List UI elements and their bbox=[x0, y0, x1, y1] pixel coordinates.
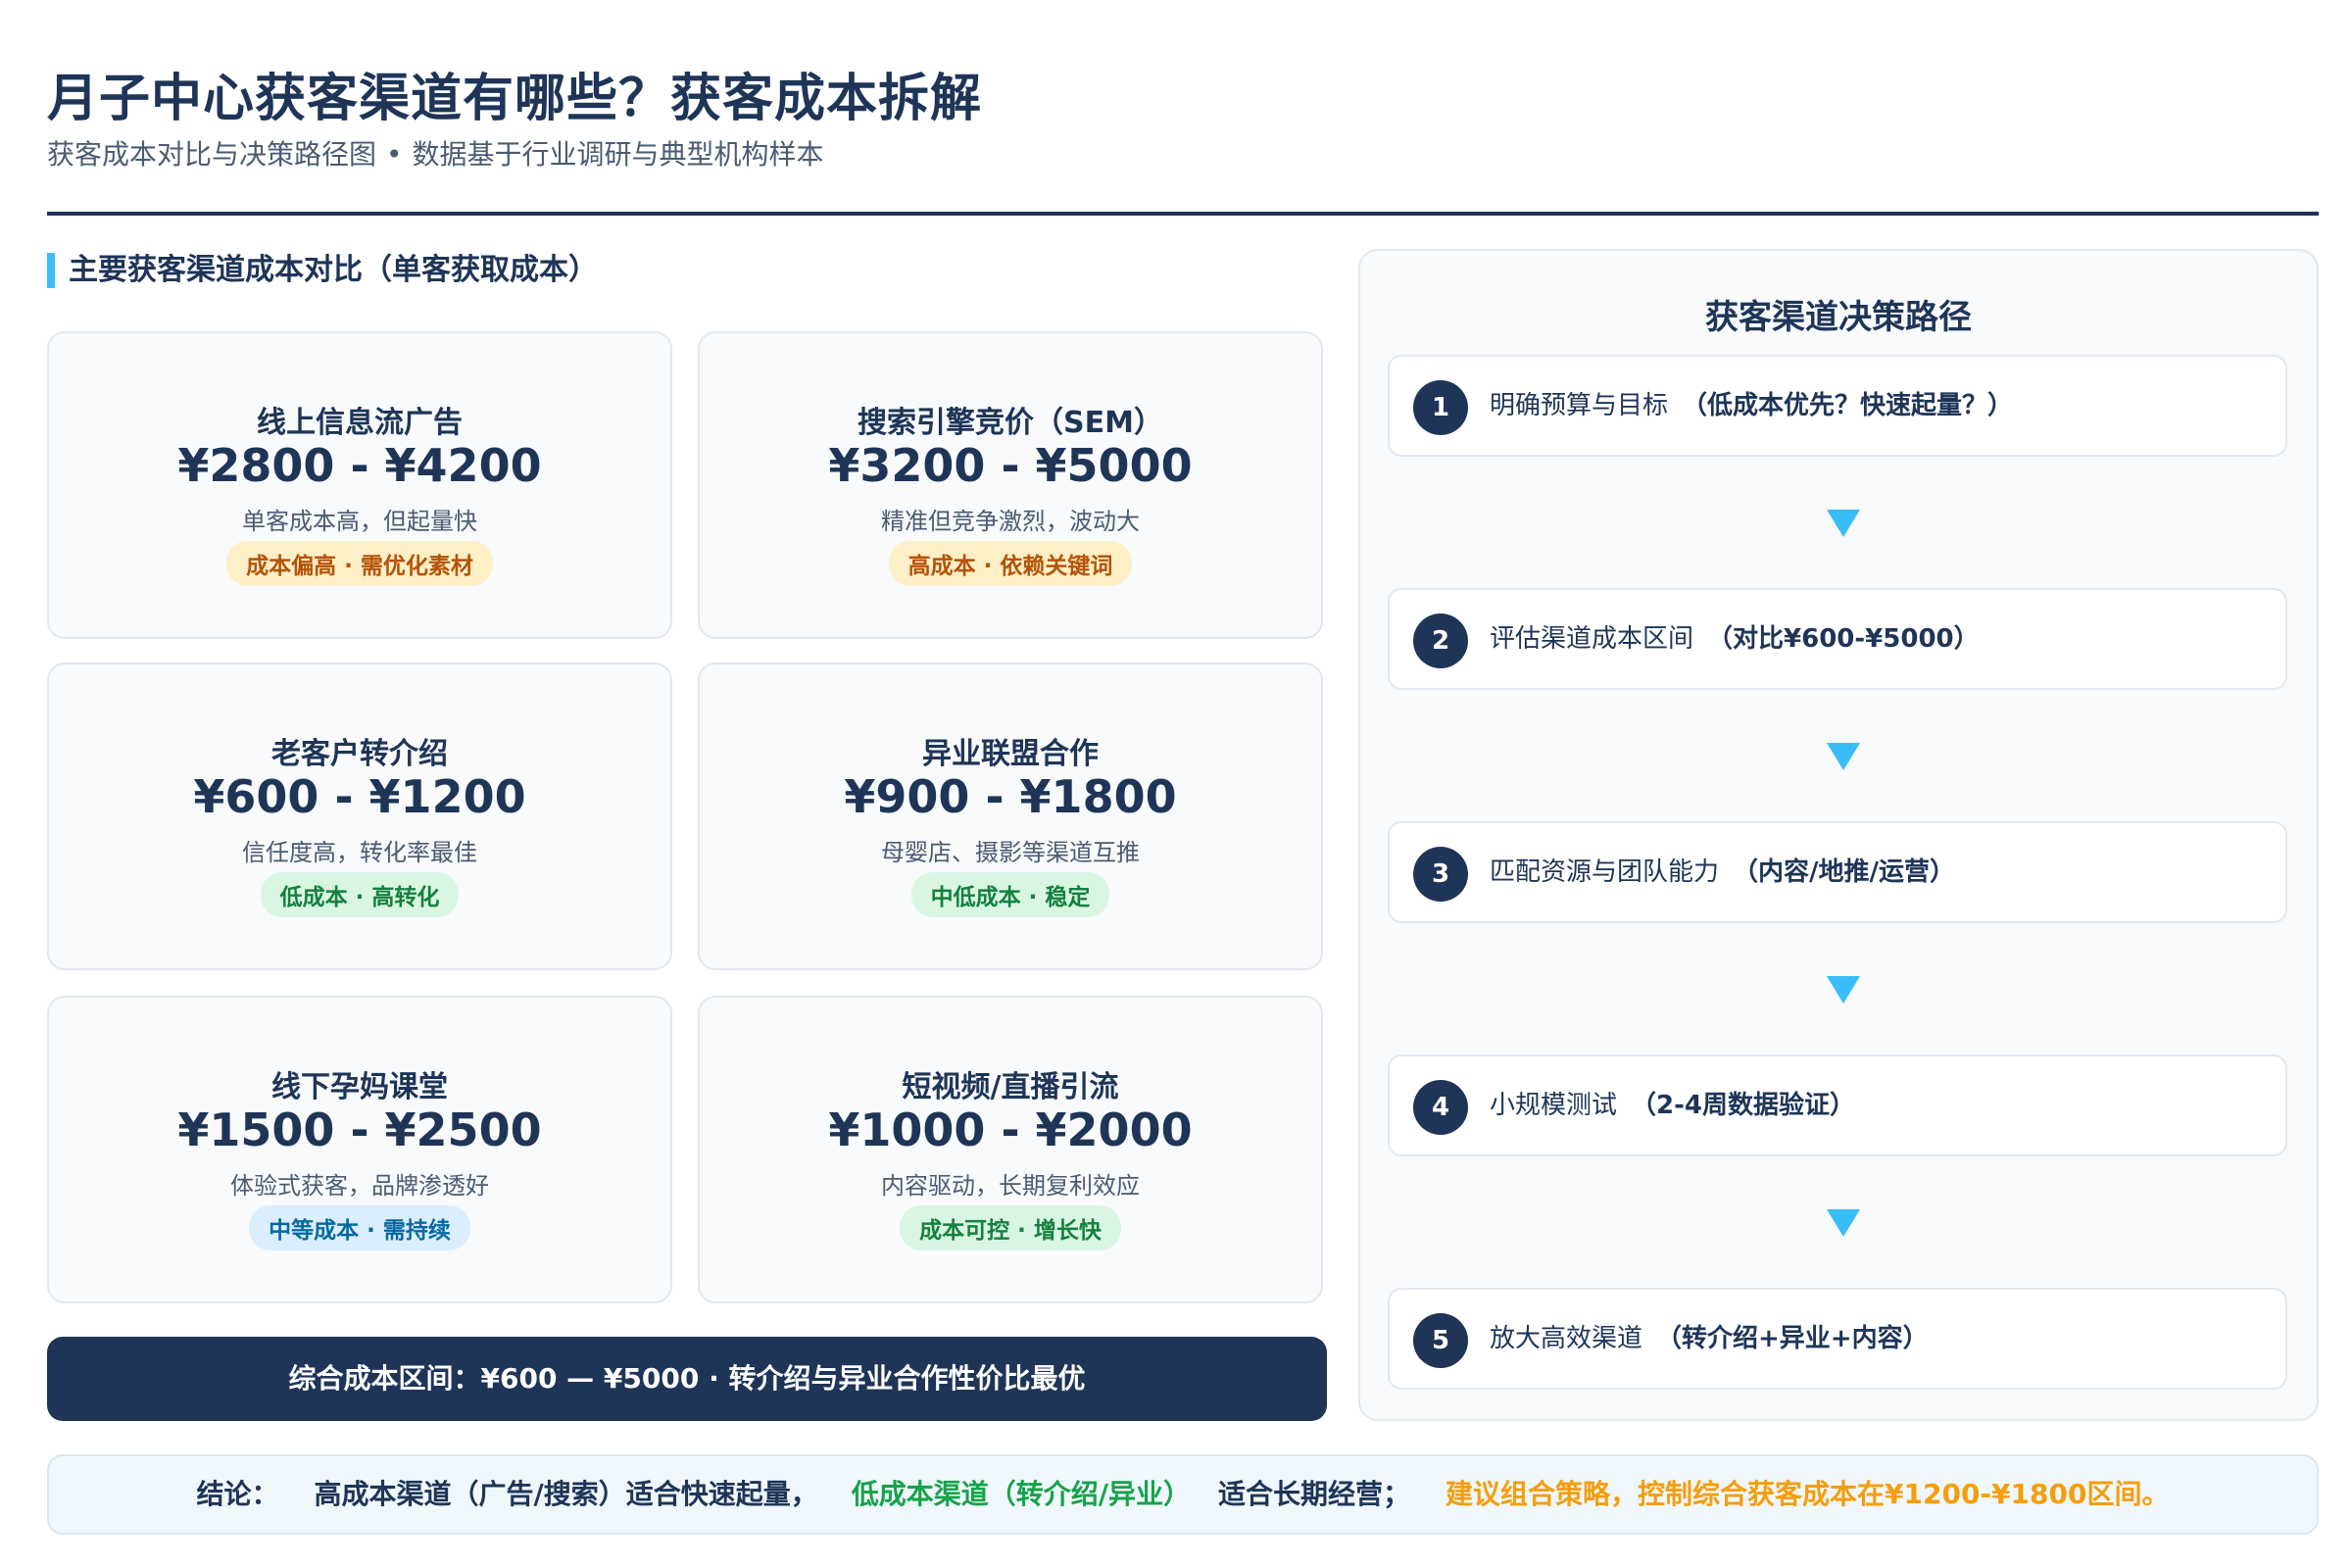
page-title: 月子中心获客渠道有哪些？获客成本拆解 bbox=[47, 70, 983, 128]
card-tag: 中等成本 · 需持续 bbox=[249, 1205, 470, 1250]
conclusion-bar: 结论： 高成本渠道（广告/搜索）适合快速起量， 低成本渠道（转介绍/异业） 适合长期经… bbox=[47, 1454, 2319, 1535]
card-description: 母婴店、摄影等渠道互推 bbox=[881, 839, 1140, 866]
card-description: 体验式获客，品牌渗透好 bbox=[230, 1172, 489, 1200]
step-label: 匹配资源与团队能力 bbox=[1490, 858, 1720, 887]
card-channel-name: 搜索引擎竞价（SEM） bbox=[858, 406, 1163, 440]
card-description: 单客成本高，但起量快 bbox=[242, 508, 477, 535]
panel-title: 获客渠道决策路径 bbox=[1705, 298, 1972, 337]
step-text: 明确预算与目标 （低成本优先？快速起量？） bbox=[1490, 357, 2013, 455]
header-divider bbox=[47, 212, 2319, 216]
summary-bar: 综合成本区间：¥600 — ¥5000 · 转介绍与异业合作性价比最优 bbox=[47, 1337, 1327, 1421]
cost-card-short-video: 短视频/直播引流 ¥1000 - ¥2000 内容驱动，长期复利效应 成本可控 … bbox=[698, 996, 1323, 1303]
card-cost-range: ¥900 - ¥1800 bbox=[844, 770, 1177, 823]
cost-card-feed-ads: 线上信息流广告 ¥2800 - ¥4200 单客成本高，但起量快 成本偏高 · … bbox=[47, 331, 672, 639]
step-note: （内容/地推/运营） bbox=[1733, 858, 1956, 887]
card-cost-range: ¥3200 - ¥5000 bbox=[828, 439, 1193, 492]
step-note: （低成本优先？快速起量？） bbox=[1682, 391, 2014, 420]
cost-section-heading: 主要获客渠道成本对比（单客获取成本） bbox=[47, 253, 598, 288]
card-tag: 高成本 · 依赖关键词 bbox=[888, 541, 1133, 586]
card-channel-name: 短视频/直播引流 bbox=[902, 1070, 1119, 1104]
step-note: （2-4周数据验证） bbox=[1631, 1091, 1855, 1120]
decision-step-4: 4 小规模测试 （2-4周数据验证） bbox=[1388, 1054, 2287, 1156]
card-tag: 成本偏高 · 需优化素材 bbox=[226, 541, 493, 586]
conclusion-long-term: 适合长期经营； bbox=[1218, 1478, 1411, 1510]
card-channel-name: 线上信息流广告 bbox=[257, 406, 463, 440]
card-cost-range: ¥600 - ¥1200 bbox=[193, 770, 526, 823]
step-label: 评估渠道成本区间 bbox=[1490, 624, 1694, 654]
card-tag: 成本可控 · 增长快 bbox=[900, 1205, 1121, 1250]
decision-step-3: 3 匹配资源与团队能力 （内容/地推/运营） bbox=[1388, 821, 2287, 923]
step-label: 明确预算与目标 bbox=[1490, 391, 1669, 420]
step-text: 评估渠道成本区间 （对比¥600-¥5000） bbox=[1490, 590, 1980, 688]
down-arrow-icon bbox=[1827, 1209, 1860, 1237]
conclusion-lead: 结论： bbox=[196, 1478, 279, 1510]
step-number-badge: 4 bbox=[1413, 1080, 1468, 1135]
step-label: 小规模测试 bbox=[1490, 1091, 1618, 1120]
conclusion-high-cost: 高成本渠道（广告/搜索）适合快速起量， bbox=[314, 1478, 818, 1510]
decision-step-2: 2 评估渠道成本区间 （对比¥600-¥5000） bbox=[1388, 588, 2287, 690]
decision-step-5: 5 放大高效渠道 （转介绍+异业+内容） bbox=[1388, 1288, 2287, 1390]
page-subtitle: 获客成本对比与决策路径图 • 数据基于行业调研与典型机构样本 bbox=[47, 133, 824, 172]
card-cost-range: ¥1500 - ¥2500 bbox=[177, 1103, 542, 1156]
card-channel-name: 异业联盟合作 bbox=[922, 737, 1099, 771]
card-cost-range: ¥2800 - ¥4200 bbox=[177, 439, 542, 492]
cost-card-alliance: 异业联盟合作 ¥900 - ¥1800 母婴店、摄影等渠道互推 中低成本 · 稳… bbox=[698, 662, 1323, 970]
down-arrow-icon bbox=[1827, 510, 1860, 537]
subtitle-separator: • bbox=[386, 138, 403, 171]
decision-path-panel: 获客渠道决策路径 1 明确预算与目标 （低成本优先？快速起量？） 2 评估渠道成本… bbox=[1358, 249, 2319, 1421]
infographic-page: 月子中心获客渠道有哪些？获客成本拆解 获客成本对比与决策路径图 • 数据基于行业调研… bbox=[0, 0, 2352, 1568]
card-tag: 中低成本 · 稳定 bbox=[910, 872, 1110, 917]
step-text: 小规模测试 （2-4周数据验证） bbox=[1490, 1056, 1855, 1154]
down-arrow-icon bbox=[1827, 976, 1860, 1004]
down-arrow-icon bbox=[1827, 743, 1860, 770]
card-description: 内容驱动，长期复利效应 bbox=[881, 1172, 1140, 1200]
cost-card-offline-class: 线下孕妈课堂 ¥1500 - ¥2500 体验式获客，品牌渗透好 中等成本 · … bbox=[47, 996, 672, 1303]
card-channel-name: 线下孕妈课堂 bbox=[271, 1070, 448, 1104]
step-note: （对比¥600-¥5000） bbox=[1707, 624, 1980, 654]
decision-step-1: 1 明确预算与目标 （低成本优先？快速起量？） bbox=[1388, 355, 2287, 457]
conclusion-recommendation: 建议组合策略，控制综合获客成本在¥1200-¥1800区间。 bbox=[1446, 1478, 2170, 1510]
step-text: 匹配资源与团队能力 （内容/地推/运营） bbox=[1490, 823, 1955, 921]
step-number-badge: 2 bbox=[1413, 613, 1468, 668]
cost-card-sem: 搜索引擎竞价（SEM） ¥3200 - ¥5000 精准但竞争激烈，波动大 高成… bbox=[698, 331, 1323, 639]
step-number-badge: 3 bbox=[1413, 847, 1468, 902]
cost-card-referral: 老客户转介绍 ¥600 - ¥1200 信任度高，转化率最佳 低成本 · 高转化 bbox=[47, 662, 672, 970]
step-note: （转介绍+异业+内容） bbox=[1656, 1324, 1929, 1353]
card-description: 信任度高，转化率最佳 bbox=[242, 839, 477, 866]
step-text: 放大高效渠道 （转介绍+异业+内容） bbox=[1490, 1290, 1929, 1388]
conclusion-low-cost: 低成本渠道（转介绍/异业） bbox=[851, 1478, 1191, 1510]
subtitle-right: 数据基于行业调研与典型机构样本 bbox=[412, 138, 824, 171]
card-description: 精准但竞争激烈，波动大 bbox=[881, 508, 1140, 535]
step-number-badge: 5 bbox=[1413, 1313, 1468, 1368]
step-number-badge: 1 bbox=[1413, 380, 1468, 435]
subtitle-left: 获客成本对比与决策路径图 bbox=[47, 138, 377, 171]
card-tag: 低成本 · 高转化 bbox=[260, 872, 460, 917]
card-cost-range: ¥1000 - ¥2000 bbox=[828, 1103, 1193, 1156]
card-channel-name: 老客户转介绍 bbox=[271, 737, 448, 771]
step-label: 放大高效渠道 bbox=[1490, 1324, 1643, 1353]
